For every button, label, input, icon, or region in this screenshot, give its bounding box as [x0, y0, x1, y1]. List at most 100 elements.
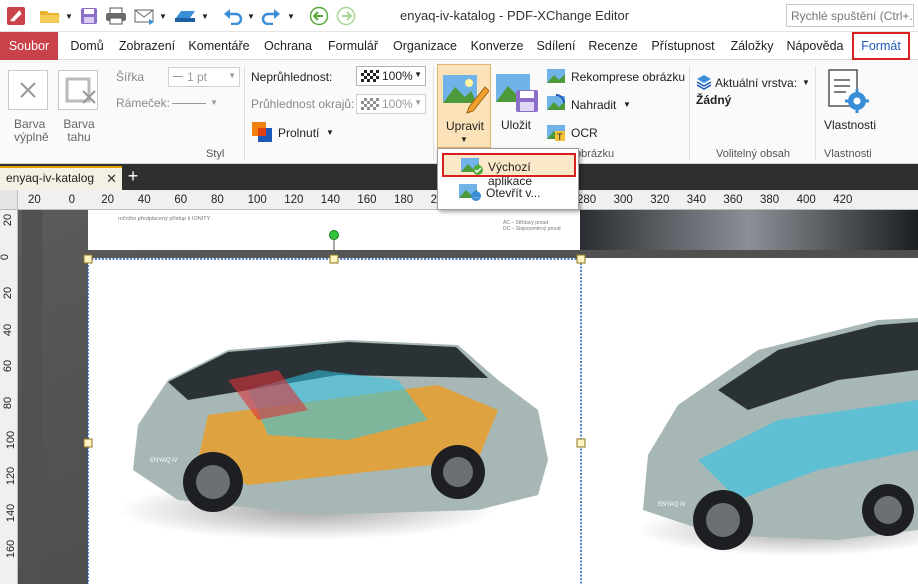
- email-icon[interactable]: [133, 6, 157, 26]
- vertical-ruler[interactable]: 20 0 20 40 60 80 100 120 140 160: [0, 210, 18, 584]
- menu-bookmarks[interactable]: Záložky: [724, 32, 780, 60]
- open-dropdown-chevron-icon[interactable]: ▼: [64, 6, 74, 26]
- edit-image-icon: [443, 75, 489, 114]
- replace-chevron-icon[interactable]: ▼: [623, 100, 631, 109]
- ribbon-separator: [244, 66, 245, 160]
- open-folder-icon[interactable]: [38, 6, 62, 26]
- ocr-icon[interactable]: T: [546, 122, 566, 142]
- stroke-color-button[interactable]: [58, 70, 98, 110]
- menu-review[interactable]: Recenze: [584, 32, 642, 60]
- back-icon[interactable]: [308, 6, 330, 26]
- properties-gear-icon: [828, 69, 869, 113]
- edit-image-button[interactable]: Upravit ▼: [437, 64, 491, 148]
- menu-help[interactable]: Nápověda: [784, 32, 846, 60]
- open-in-label: Otevřít v...: [486, 186, 541, 200]
- blend-icon[interactable]: [252, 122, 272, 142]
- menu-comments[interactable]: Komentáře: [184, 32, 254, 60]
- document-canvas[interactable]: ročního předplacený přístup k IONITY AC …: [18, 210, 918, 584]
- blend-label[interactable]: Prolnutí: [278, 126, 319, 140]
- ocr-label[interactable]: OCR: [571, 126, 598, 140]
- ruler-tick-label: 360: [723, 194, 743, 206]
- properties-button[interactable]: [823, 68, 873, 116]
- new-tab-icon[interactable]: +: [124, 167, 142, 187]
- recompress-icon[interactable]: [546, 66, 566, 86]
- ruler-tick-label: 120: [284, 194, 304, 206]
- blend-chevron-icon[interactable]: ▼: [326, 128, 334, 137]
- replace-image-icon[interactable]: [546, 93, 566, 113]
- menu-share[interactable]: Sdílení: [532, 32, 580, 60]
- ruler-tick-label: 60: [174, 194, 188, 206]
- replace-image-label[interactable]: Nahradit: [571, 98, 616, 112]
- email-dropdown-chevron-icon[interactable]: ▼: [158, 6, 168, 26]
- menu-protect[interactable]: Ochrana: [258, 32, 318, 60]
- right-car-plate: ENYAQ iV: [658, 502, 686, 508]
- properties-label[interactable]: Vlastnosti: [824, 118, 876, 132]
- ruler-tick-label: 340: [686, 194, 706, 206]
- save-disk-icon[interactable]: [78, 6, 100, 26]
- top-right-note-2: DC – Stejnosměrný proud: [503, 226, 561, 232]
- quick-launch-search-input[interactable]: Rychlé spuštění (Ctrl+.): [786, 4, 914, 27]
- save-image-button[interactable]: [492, 70, 542, 116]
- menu-view[interactable]: Zobrazení: [114, 32, 180, 60]
- menu-home[interactable]: Domů: [62, 32, 112, 60]
- resize-handle-tl: [83, 254, 93, 264]
- scan-dropdown-chevron-icon[interactable]: ▼: [200, 6, 210, 26]
- edit-image-label: Upravit: [446, 119, 485, 133]
- redo-icon[interactable]: [260, 6, 282, 26]
- menu-format[interactable]: Formát: [852, 32, 910, 60]
- svg-text:…: …: [473, 193, 480, 200]
- width-value: 1 pt: [187, 70, 208, 84]
- ribbon-separator: [689, 66, 690, 160]
- recompress-label[interactable]: Rekomprese obrázku: [571, 70, 685, 84]
- current-layer-chevron-icon[interactable]: ▼: [802, 78, 810, 87]
- menu-bar: Soubor Domů Zobrazení Komentáře Ochrana …: [0, 32, 918, 60]
- ribbon-separator: [433, 66, 434, 160]
- ruler-corner: [0, 190, 18, 210]
- edit-image-chevron-icon: ▼: [460, 135, 468, 144]
- properties-group-label: Vlastnosti: [824, 148, 872, 160]
- ruler-tick-label: 160: [5, 540, 18, 559]
- undo-dropdown-chevron-icon[interactable]: ▼: [246, 6, 256, 26]
- close-tab-icon[interactable]: ✕: [106, 171, 117, 187]
- default-app-menu-item[interactable]: Výchozí aplikace: [442, 153, 576, 188]
- fill-color-button[interactable]: [8, 70, 48, 110]
- width-chevron-icon: ▼: [228, 71, 236, 80]
- menu-form[interactable]: Formulář: [322, 32, 384, 60]
- menu-accessibility[interactable]: Přístupnost: [646, 32, 720, 60]
- frame-line-sample[interactable]: [172, 103, 206, 104]
- opacity-value: 100%: [382, 69, 413, 83]
- document-tab-label: enyaq-iv-katalog: [6, 171, 95, 185]
- current-layer-value[interactable]: Žádný: [696, 93, 731, 107]
- optional-content-group-label: Volitelný obsah: [716, 148, 790, 160]
- title-bar: ▼ ▼ ▼ ▼ ▼ enyaq-iv-katalog - PDF-XChange…: [0, 0, 918, 32]
- menu-file[interactable]: Soubor: [0, 32, 58, 60]
- document-tab[interactable]: enyaq-iv-katalog ✕: [0, 166, 122, 190]
- scan-icon[interactable]: [172, 6, 198, 26]
- ruler-tick-label: 80: [2, 396, 15, 410]
- menu-organize[interactable]: Organizace: [388, 32, 462, 60]
- ruler-tick-label: 0: [0, 253, 12, 260]
- opacity-chevron-icon: ▼: [414, 70, 422, 79]
- open-in-menu-item[interactable]: … Otevřít v...: [442, 181, 576, 205]
- menu-convert[interactable]: Konverze: [466, 32, 528, 60]
- ruler-tick-label: 20: [2, 213, 15, 227]
- resize-handle-mr: [576, 438, 586, 448]
- undo-icon[interactable]: [222, 6, 244, 26]
- edge-transparency-pattern-icon: [361, 98, 379, 110]
- frame-chevron-icon[interactable]: ▼: [210, 98, 218, 107]
- forward-icon[interactable]: [335, 6, 357, 26]
- ruler-tick-label: 160: [357, 194, 377, 206]
- save-image-label[interactable]: Uložit: [501, 118, 531, 132]
- print-icon[interactable]: [104, 6, 128, 26]
- stroke-color-label: Barva tahu: [63, 117, 95, 144]
- fill-color-label: Barva výplně: [14, 117, 49, 144]
- ruler-tick-label: 280: [577, 194, 597, 206]
- width-combo[interactable]: 1 pt ▼: [168, 67, 240, 87]
- edge-opacity-combo[interactable]: 100% ▼: [356, 94, 426, 114]
- redo-dropdown-chevron-icon[interactable]: ▼: [286, 6, 296, 26]
- ruler-tick-label: 20: [101, 194, 114, 206]
- opacity-combo[interactable]: 100% ▼: [356, 66, 426, 86]
- ruler-tick-label: 400: [796, 194, 816, 206]
- image-group-label: obrázku: [575, 148, 615, 160]
- resize-handle-tr: [576, 254, 586, 264]
